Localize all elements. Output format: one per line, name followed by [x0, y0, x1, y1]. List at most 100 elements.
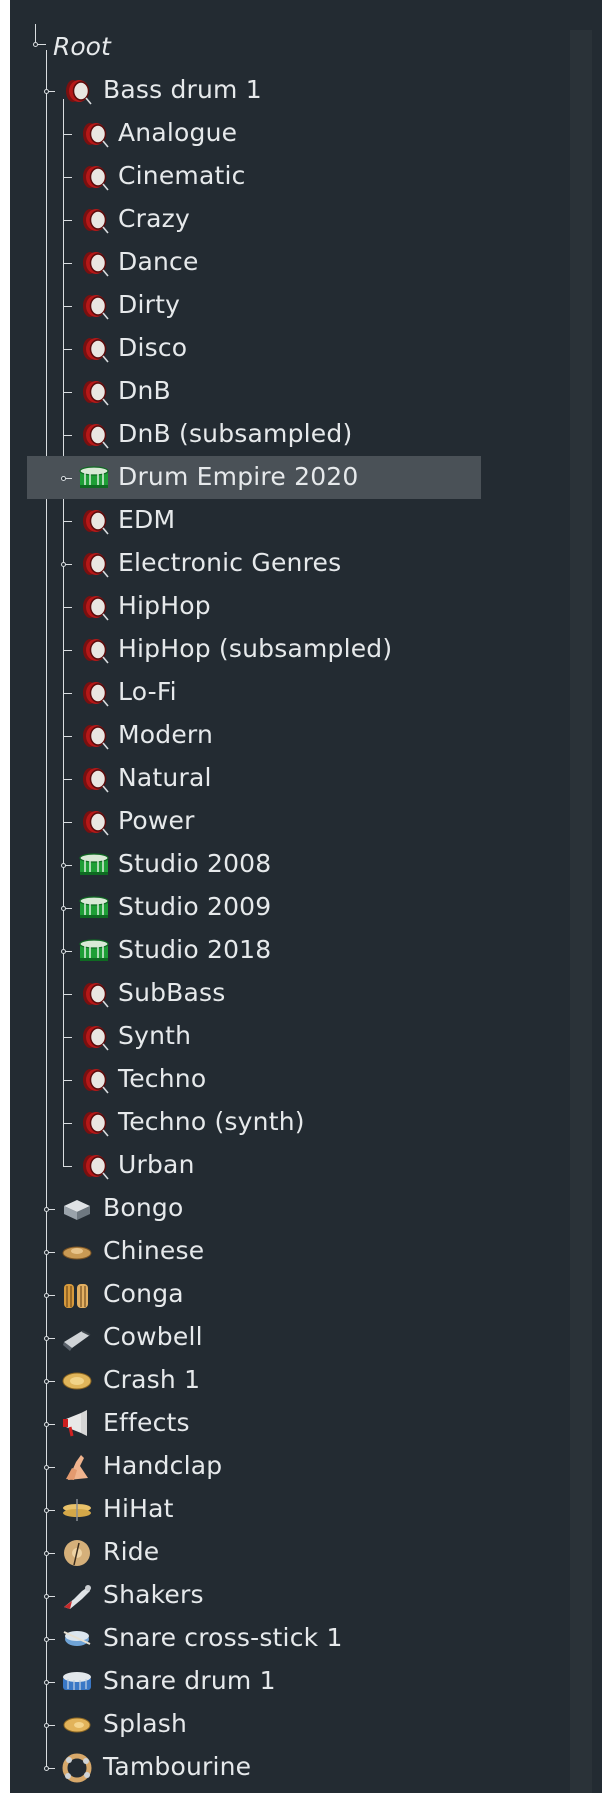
tree-item-crash-1[interactable] — [10, 1359, 570, 1402]
tree-item-tambourine[interactable] — [10, 1746, 570, 1789]
tree-item-bongo[interactable] — [10, 1187, 570, 1230]
tree-item-label: SubBass — [118, 978, 226, 1007]
green-drum-icon — [77, 850, 111, 884]
tree-item-snare-drum-1[interactable] — [10, 1660, 570, 1703]
cowbell-icon — [60, 1323, 94, 1357]
bass-drum-icon — [77, 764, 111, 798]
bass-drum-icon — [77, 1065, 111, 1099]
expand-toggle-icon[interactable] — [61, 949, 66, 954]
tree-item-shakers[interactable] — [10, 1574, 570, 1617]
tree-connector — [63, 521, 72, 522]
tree-item-label: HipHop (subsampled) — [118, 634, 393, 663]
splash-cymbal-icon — [60, 1710, 94, 1744]
tree-item-label: Bass drum 1 — [103, 75, 262, 104]
tree-item-label: Crazy — [118, 204, 190, 233]
expand-toggle-icon[interactable] — [44, 89, 49, 94]
tree-item-label: Urban — [118, 1150, 195, 1179]
bass-drum-icon — [77, 721, 111, 755]
shaker-icon — [60, 1581, 94, 1615]
tree-item-effects[interactable] — [10, 1402, 570, 1445]
bass-drum-icon — [77, 807, 111, 841]
tree-connector — [63, 220, 72, 221]
tree-item-label: Power — [118, 806, 195, 835]
tree-item-label: Conga — [103, 1279, 184, 1308]
bass-drum-icon — [77, 549, 111, 583]
tree-item-label: Cinematic — [118, 161, 246, 190]
tree-item-label: Electronic Genres — [118, 548, 342, 577]
bass-drum-icon — [77, 334, 111, 368]
tree-item-bass-drum-1[interactable] — [10, 69, 570, 112]
tree-item-label: Studio 2018 — [118, 935, 272, 964]
hihat-icon — [60, 1495, 94, 1529]
crash-cymbal-icon — [60, 1366, 94, 1400]
tree-item-label: DnB — [118, 376, 171, 405]
bass-drum-icon — [77, 420, 111, 454]
scrollbar-track[interactable] — [570, 30, 592, 1793]
green-drum-icon — [77, 893, 111, 927]
tree-item-label: Dirty — [118, 290, 181, 319]
expand-toggle-icon[interactable] — [44, 1465, 49, 1470]
tambourine-icon — [60, 1753, 94, 1787]
tree-item-label: Splash — [103, 1709, 188, 1738]
tree-item-label: HipHop — [118, 591, 211, 620]
tree-connector — [63, 736, 72, 737]
tree-item-handclap[interactable] — [10, 1445, 570, 1488]
expand-toggle-icon[interactable] — [44, 1680, 49, 1685]
snare-cross-stick-icon — [60, 1624, 94, 1658]
tree-connector — [63, 1166, 72, 1167]
tree-connector — [63, 306, 72, 307]
bongo-icon — [60, 1194, 94, 1228]
tree-item-label: HiHat — [103, 1494, 174, 1523]
tree-item-conga[interactable] — [10, 1273, 570, 1316]
expand-toggle-icon[interactable] — [44, 1250, 49, 1255]
expand-toggle-icon[interactable] — [44, 1379, 49, 1384]
tree-item-hihat[interactable] — [10, 1488, 570, 1531]
expand-toggle-icon[interactable] — [44, 1594, 49, 1599]
expand-toggle-icon[interactable] — [44, 1422, 49, 1427]
tree-item-label: Studio 2009 — [118, 892, 272, 921]
expand-toggle-icon[interactable] — [44, 1723, 49, 1728]
green-drum-icon — [77, 936, 111, 970]
expand-toggle-icon[interactable] — [61, 906, 66, 911]
tree-item-splash[interactable] — [10, 1703, 570, 1746]
bass-drum-icon — [77, 377, 111, 411]
bass-drum-icon — [60, 76, 94, 110]
tree-connector — [63, 693, 72, 694]
expand-toggle-icon[interactable] — [44, 1508, 49, 1513]
tree-item-cowbell[interactable] — [10, 1316, 570, 1359]
tree-connector — [63, 349, 72, 350]
tree-connector — [63, 994, 72, 995]
chinese-cymbal-icon — [60, 1237, 94, 1271]
ride-cymbal-icon — [60, 1538, 94, 1572]
bass-drum-icon — [77, 506, 111, 540]
tree-connector — [63, 1080, 72, 1081]
tree-connector — [63, 607, 72, 608]
tree-connector — [63, 263, 72, 264]
expand-toggle-icon[interactable] — [44, 1766, 49, 1771]
tree-item-label: DnB (subsampled) — [118, 419, 353, 448]
root-connector-h — [38, 44, 46, 45]
expand-toggle-icon[interactable] — [44, 1336, 49, 1341]
expand-toggle-icon[interactable] — [44, 1551, 49, 1556]
root-label[interactable]: Root — [53, 30, 111, 64]
tree-item-label: Techno (synth) — [118, 1107, 305, 1136]
tree-item-label: Crash 1 — [103, 1365, 201, 1394]
tree-item-chinese[interactable] — [10, 1230, 570, 1273]
tree-connector — [63, 1123, 72, 1124]
bass-drum-icon — [77, 1151, 111, 1185]
tree-item-label: Snare cross-stick 1 — [103, 1623, 343, 1652]
expand-toggle-icon[interactable] — [44, 1637, 49, 1642]
expand-toggle-icon[interactable] — [61, 863, 66, 868]
preset-browser-panel: Root Bass drum 1 Analogue Cinematic Craz… — [10, 0, 602, 1793]
expand-toggle-icon[interactable] — [44, 1207, 49, 1212]
expand-toggle-icon[interactable] — [61, 562, 66, 567]
expand-toggle-icon[interactable] — [44, 1293, 49, 1298]
bass-drum-icon — [77, 1108, 111, 1142]
bass-drum-icon — [77, 1022, 111, 1056]
tree-item-ride[interactable] — [10, 1531, 570, 1574]
tree-item-label: Drum Empire 2020 — [118, 462, 359, 491]
tree-item-label: Handclap — [103, 1451, 223, 1480]
tree-item-label: Techno — [118, 1064, 207, 1093]
expand-toggle-icon[interactable] — [61, 476, 66, 481]
tree-item-label: Effects — [103, 1408, 190, 1437]
